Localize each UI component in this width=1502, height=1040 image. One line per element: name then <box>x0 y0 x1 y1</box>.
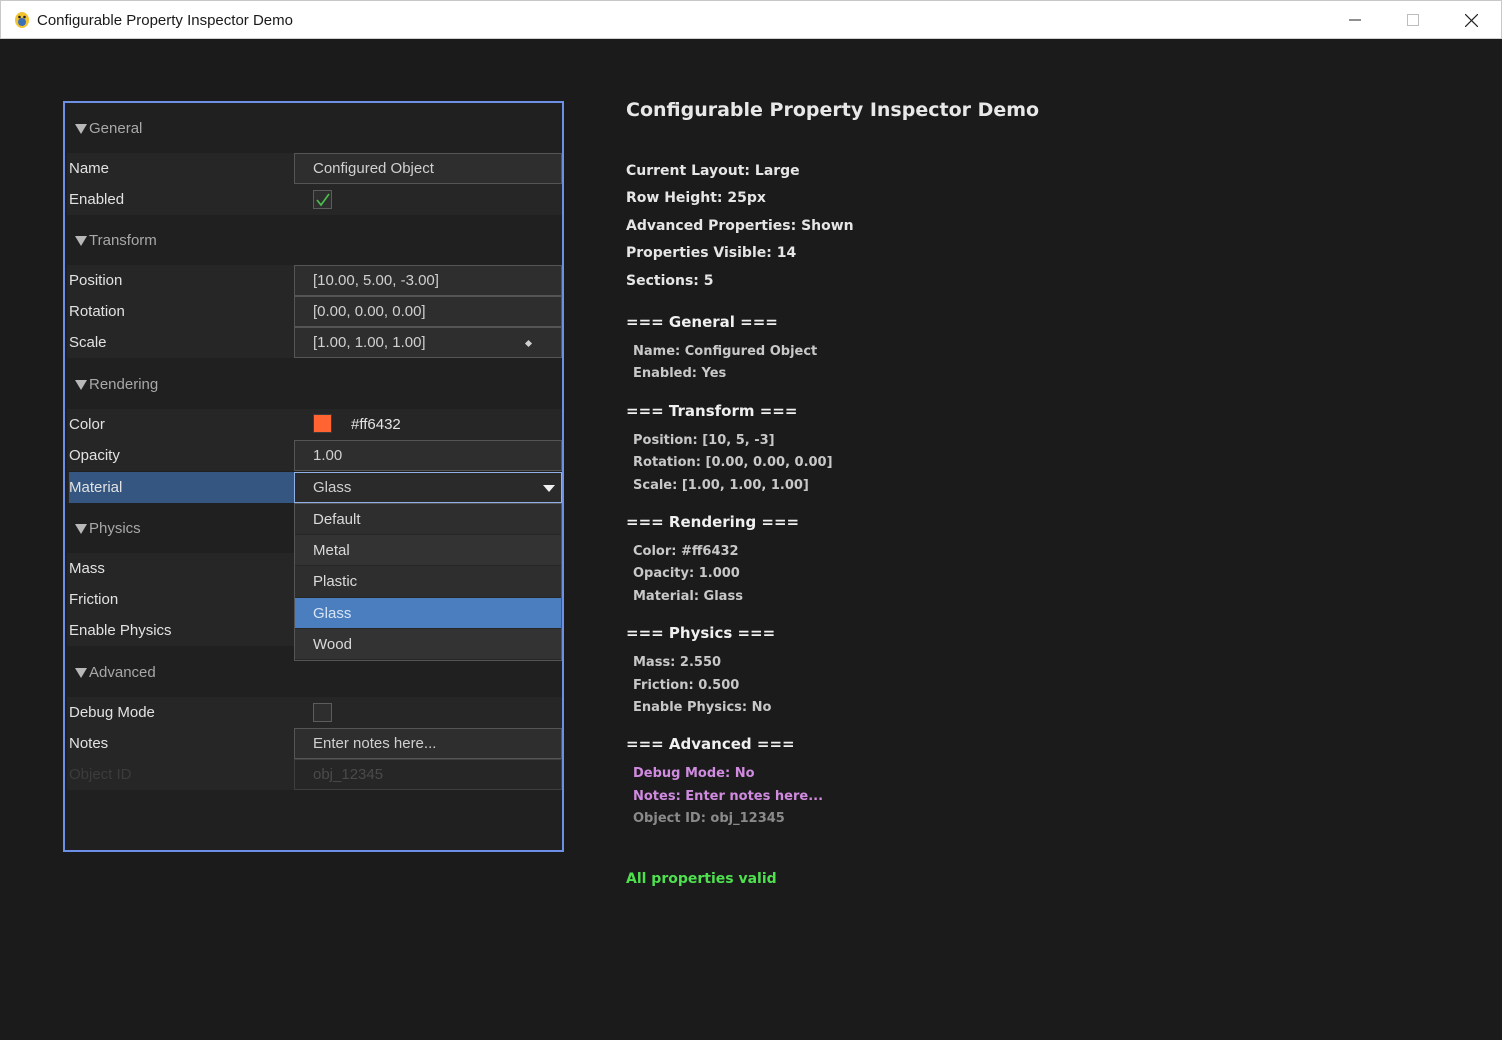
stat-layout: Current Layout: Large <box>626 163 800 179</box>
info-section-general: === General === <box>626 313 778 331</box>
property-row-notes: Notes Enter notes here... <box>67 728 562 759</box>
close-button[interactable] <box>1442 1 1500 39</box>
section-general[interactable]: General <box>67 105 562 150</box>
info-line: Enabled: Yes <box>633 366 727 381</box>
property-row-color: Color #ff6432 <box>67 409 562 440</box>
info-line: Position: [10, 5, -3] <box>633 433 775 448</box>
maximize-button[interactable] <box>1384 1 1442 39</box>
property-label: Position <box>69 272 123 289</box>
property-row-scale: Scale [1.00, 1.00, 1.00] <box>67 327 562 358</box>
material-selected-value: Glass <box>313 479 352 496</box>
property-row-opacity: Opacity 1.00 <box>67 440 562 471</box>
info-line: Rotation: [0.00, 0.00, 0.00] <box>633 455 833 470</box>
material-option-plastic[interactable]: Plastic <box>295 566 561 598</box>
material-option-wood[interactable]: Wood <box>295 628 561 660</box>
info-line: Enable Physics: No <box>633 700 772 715</box>
material-options-list: Default Metal Plastic Glass Wood <box>294 503 562 661</box>
property-row-object-id: Object ID obj_12345 <box>67 759 562 790</box>
property-label: Enabled <box>69 191 125 208</box>
property-label: Mass <box>69 560 105 577</box>
collapse-triangle-icon <box>75 236 87 246</box>
color-swatch[interactable] <box>313 414 332 433</box>
material-option-metal[interactable]: Metal <box>295 535 561 567</box>
stat-advanced: Advanced Properties: Shown <box>626 218 854 234</box>
property-label: Rotation <box>69 303 125 320</box>
object-id-field: obj_12345 <box>294 759 562 790</box>
rotation-field[interactable]: [0.00, 0.00, 0.00] <box>294 296 562 327</box>
info-line: Friction: 0.500 <box>633 678 740 693</box>
collapse-triangle-icon <box>75 524 87 534</box>
debug-mode-checkbox[interactable] <box>313 703 332 722</box>
info-line: Color: #ff6432 <box>633 544 739 559</box>
info-heading: Configurable Property Inspector Demo <box>626 99 1040 121</box>
info-line: Object ID: obj_12345 <box>633 811 785 826</box>
info-line: Scale: [1.00, 1.00, 1.00] <box>633 478 809 493</box>
position-field[interactable]: [10.00, 5.00, -3.00] <box>294 265 562 296</box>
stat-row-height: Row Height: 25px <box>626 190 766 206</box>
info-section-rendering: === Rendering === <box>626 513 800 531</box>
collapse-triangle-icon <box>75 668 87 678</box>
property-row-material: Material Glass <box>67 472 562 503</box>
info-section-transform: === Transform === <box>626 402 798 420</box>
property-label: Notes <box>69 735 109 752</box>
info-line: Name: Configured Object <box>633 344 818 359</box>
property-label: Color <box>69 416 105 433</box>
title-bar: Configurable Property Inspector Demo <box>0 0 1502 39</box>
collapse-triangle-icon <box>75 124 87 134</box>
info-line: Opacity: 1.000 <box>633 566 740 581</box>
info-line: Debug Mode: No <box>633 766 755 781</box>
section-rendering[interactable]: Rendering <box>67 361 562 406</box>
info-line: Notes: Enter notes here... <box>633 789 824 804</box>
collapse-triangle-icon <box>75 380 87 390</box>
section-label: Physics <box>89 520 141 537</box>
name-field[interactable]: Configured Object <box>294 153 562 184</box>
info-line: Material: Glass <box>633 589 743 604</box>
opacity-field[interactable]: 1.00 <box>294 440 562 471</box>
property-row-name: Name Configured Object <box>67 153 562 184</box>
property-label: Material <box>69 472 295 503</box>
window-title: Configurable Property Inspector Demo <box>37 12 293 29</box>
notes-field[interactable]: Enter notes here... <box>294 728 562 759</box>
material-dropdown[interactable]: Glass <box>294 472 562 503</box>
minimize-button[interactable] <box>1326 1 1384 39</box>
property-label: Enable Physics <box>69 622 172 639</box>
validation-status: All properties valid <box>626 871 777 887</box>
property-inspector: General Name Configured Object Enabled T… <box>63 101 564 852</box>
material-option-glass[interactable]: Glass <box>295 597 561 629</box>
info-line: Mass: 2.550 <box>633 655 722 670</box>
scale-value: [1.00, 1.00, 1.00] <box>313 334 426 351</box>
property-row-enabled: Enabled <box>67 184 562 215</box>
close-icon <box>1464 13 1478 27</box>
property-row-position: Position [10.00, 5.00, -3.00] <box>67 265 562 296</box>
maximize-icon <box>1407 14 1419 26</box>
property-row-debug-mode: Debug Mode <box>67 697 562 728</box>
section-label: General <box>89 120 143 137</box>
property-label: Name <box>69 160 110 177</box>
stat-properties-visible: Properties Visible: 14 <box>626 245 797 261</box>
dropdown-arrow-icon <box>543 485 555 492</box>
info-section-advanced: === Advanced === <box>626 735 795 753</box>
section-label: Rendering <box>89 376 159 393</box>
section-label: Transform <box>89 232 157 249</box>
property-label: Friction <box>69 591 119 608</box>
checkmark-icon <box>316 193 330 207</box>
color-hex-value: #ff6432 <box>351 416 401 433</box>
material-option-default[interactable]: Default <box>295 504 561 536</box>
stat-sections: Sections: 5 <box>626 273 714 289</box>
minimize-icon <box>1349 19 1361 21</box>
diamond-icon <box>524 339 533 348</box>
property-row-rotation: Rotation [0.00, 0.00, 0.00] <box>67 296 562 327</box>
section-transform[interactable]: Transform <box>67 217 562 262</box>
section-label: Advanced <box>89 664 156 681</box>
enabled-checkbox[interactable] <box>313 190 332 209</box>
property-label: Scale <box>69 334 107 351</box>
property-label: Debug Mode <box>69 704 155 721</box>
property-label: Object ID <box>69 766 132 783</box>
info-section-physics: === Physics === <box>626 624 776 642</box>
scale-field[interactable]: [1.00, 1.00, 1.00] <box>294 327 562 358</box>
property-label: Opacity <box>69 447 120 464</box>
app-icon <box>15 12 29 28</box>
